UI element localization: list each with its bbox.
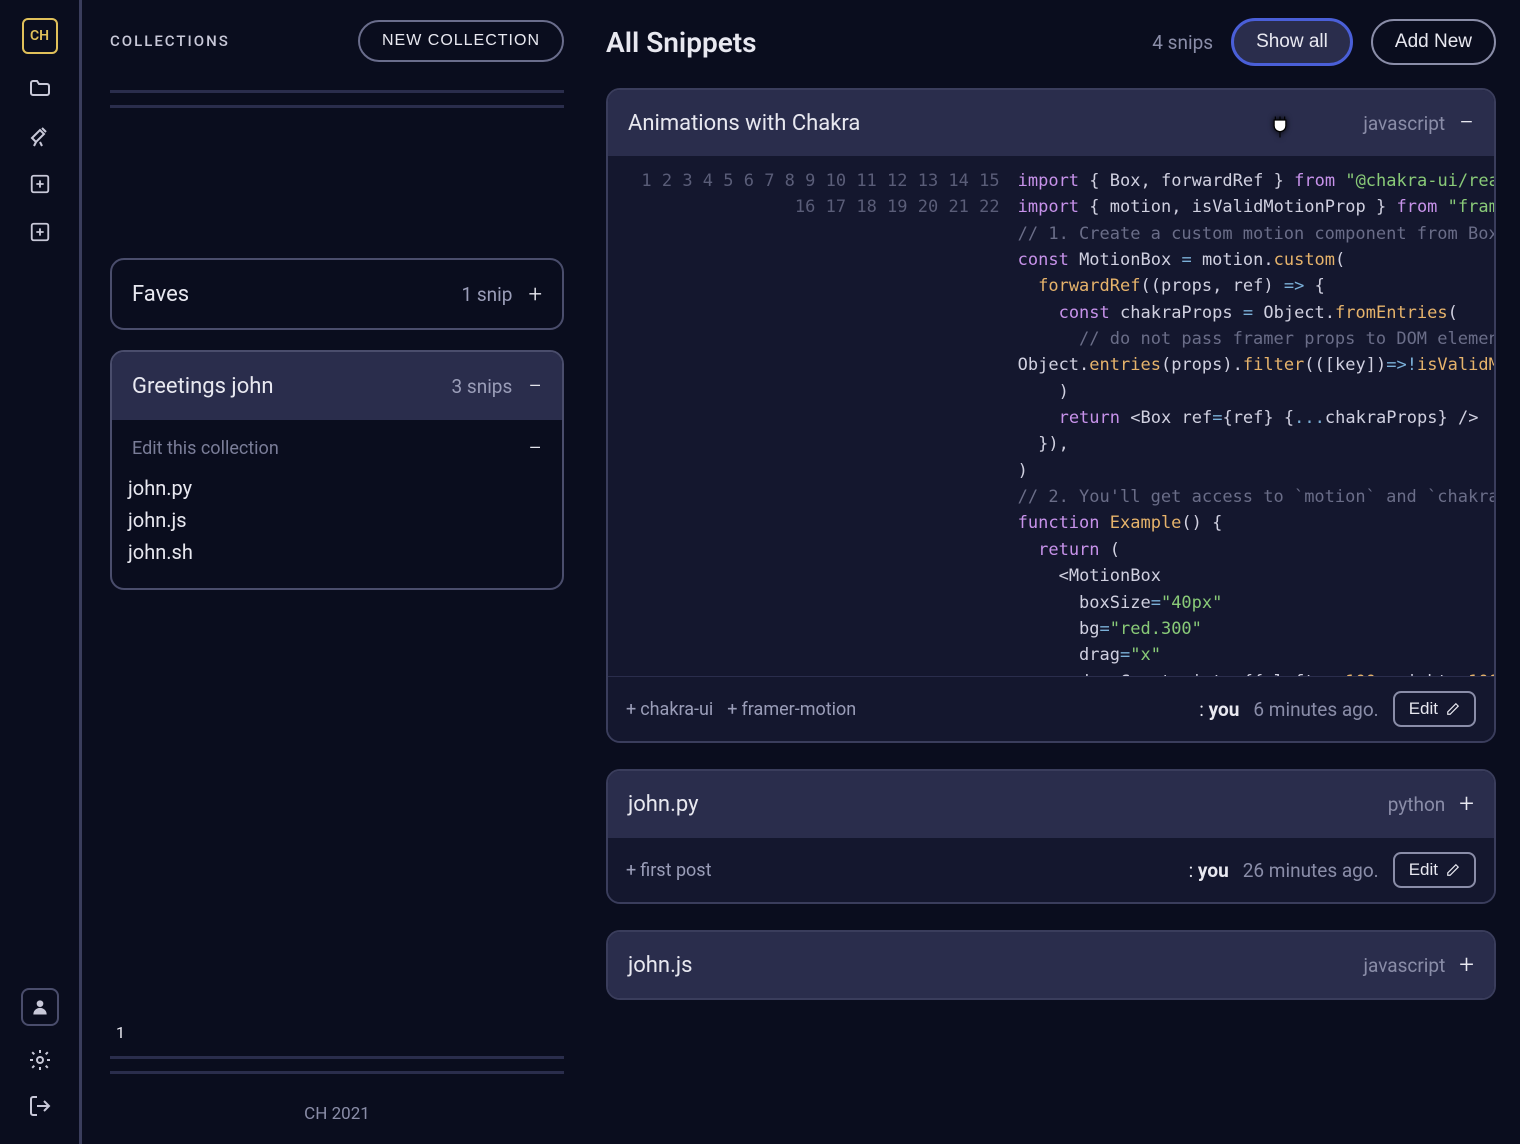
- collection-card[interactable]: Greetings john 3 snips − Edit this colle…: [110, 350, 564, 590]
- snippet-count: 4 snips: [1152, 31, 1213, 54]
- main-panel: All Snippets 4 snips Show all Add New An…: [582, 0, 1520, 1144]
- tag[interactable]: +first post: [626, 860, 712, 881]
- logout-icon[interactable]: [26, 1092, 54, 1120]
- snippet-time: 26 minutes ago.: [1243, 859, 1379, 882]
- minus-icon[interactable]: −: [528, 372, 542, 400]
- icon-rail: CH: [0, 0, 82, 1144]
- app-logo[interactable]: CH: [22, 18, 58, 54]
- tag[interactable]: +chakra-ui: [626, 699, 713, 720]
- edit-button[interactable]: Edit: [1393, 691, 1476, 727]
- code-block: 1 2 3 4 5 6 7 8 9 10 11 12 13 14 15 16 1…: [608, 156, 1494, 676]
- divider: [110, 1071, 564, 1074]
- snippet-lang: python: [1388, 793, 1446, 816]
- collection-name: Faves: [132, 282, 189, 307]
- divider: [110, 90, 564, 93]
- collapse-icon[interactable]: −: [1459, 108, 1474, 138]
- folder-icon[interactable]: [26, 74, 54, 102]
- snippet-lang: javascript: [1363, 112, 1445, 135]
- snippet-lang: javascript: [1363, 954, 1445, 977]
- user-avatar[interactable]: [21, 988, 59, 1026]
- page-title: All Snippets: [606, 26, 757, 59]
- collection-name: Greetings john: [132, 374, 274, 399]
- snippet-title: john.py: [628, 792, 1374, 817]
- sidebar-title: COLLECTIONS: [110, 32, 230, 50]
- edit-button[interactable]: Edit: [1393, 852, 1476, 888]
- collection-count: 1 snip: [461, 283, 512, 306]
- tag[interactable]: +framer-motion: [727, 699, 856, 720]
- collection-card[interactable]: Faves 1 snip +: [110, 258, 564, 330]
- snippet-card: john.py python + +first post : you 26 mi…: [606, 769, 1496, 904]
- collection-file[interactable]: john.sh: [128, 536, 546, 568]
- new-collection-button[interactable]: NEW COLLECTION: [358, 20, 564, 62]
- snippet-time: 6 minutes ago.: [1253, 698, 1378, 721]
- telescope-icon[interactable]: [26, 122, 54, 150]
- expand-icon[interactable]: +: [1459, 950, 1474, 980]
- snippet-header[interactable]: john.py python +: [608, 771, 1494, 837]
- divider: [110, 105, 564, 108]
- minus-icon[interactable]: −: [528, 434, 542, 462]
- footer-brand: CH 2021: [110, 1084, 564, 1144]
- snippet-author: : you: [1189, 859, 1229, 882]
- snippet-card: john.js javascript +: [606, 930, 1496, 1000]
- expand-icon[interactable]: +: [1459, 789, 1474, 819]
- snippet-footer: +first post : you 26 minutes ago. Edit: [608, 837, 1494, 902]
- pager: 1: [110, 1017, 564, 1046]
- collections-sidebar: COLLECTIONS NEW COLLECTION Faves 1 snip …: [82, 0, 582, 1144]
- settings-gear-icon[interactable]: [26, 1046, 54, 1074]
- snippet-card: Animations with Chakra javascript − 1 2 …: [606, 88, 1496, 743]
- snippet-author: : you: [1199, 698, 1239, 721]
- snippet-title: Animations with Chakra: [628, 111, 1349, 136]
- collection-file[interactable]: john.js: [128, 504, 546, 536]
- divider: [110, 1056, 564, 1059]
- add-new-button[interactable]: Add New: [1371, 19, 1496, 65]
- code-content: import { Box, forwardRef } from "@chakra…: [1012, 156, 1494, 676]
- snippet-footer: +chakra-ui +framer-motion : you 6 minute…: [608, 676, 1494, 741]
- collection-count: 3 snips: [452, 375, 513, 398]
- collection-file[interactable]: john.py: [128, 472, 546, 504]
- plus-icon[interactable]: +: [528, 280, 542, 308]
- show-all-button[interactable]: Show all: [1231, 18, 1353, 66]
- snippet-header[interactable]: Animations with Chakra javascript −: [608, 90, 1494, 156]
- edit-collection-link[interactable]: Edit this collection: [132, 438, 279, 459]
- snippet-title: john.js: [628, 953, 1349, 978]
- snippet-header[interactable]: john.js javascript +: [608, 932, 1494, 998]
- add-collection-icon[interactable]: [26, 170, 54, 198]
- add-snippet-icon[interactable]: [26, 218, 54, 246]
